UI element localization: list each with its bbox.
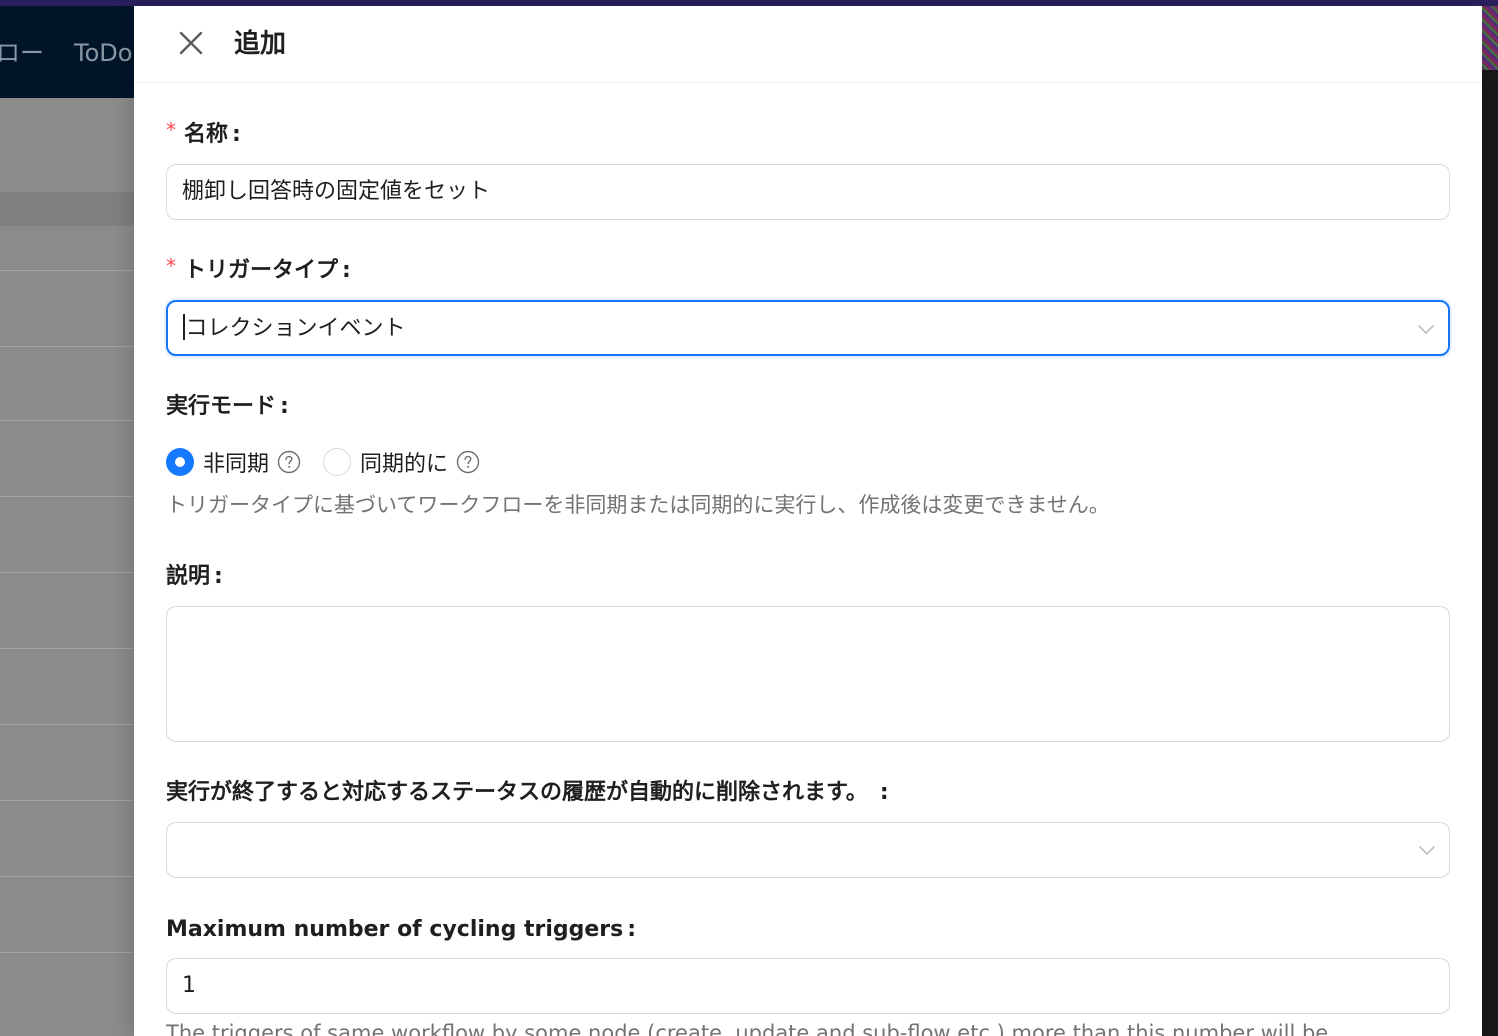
table-row-divider [0,952,134,953]
execution-mode-radio-group: 非同期 同期的に [166,447,480,477]
nav-item-todo: ToDo [74,39,133,67]
max-cycling-input[interactable]: 1 [166,958,1450,1014]
table-row-divider [0,724,134,725]
radio-async[interactable] [166,448,194,476]
name-input[interactable]: 棚卸し回答時の固定値をセット [166,164,1450,220]
window-edge-decoration [1482,6,1498,70]
max-cycling-help: The triggers of same workflow by some no… [166,1021,1329,1036]
question-circle-icon[interactable] [456,450,480,474]
auto-delete-label: 実行が終了すると対応するステータスの履歴が自動的に削除されます。: [166,780,889,805]
trigger-type-value: コレクションイベント [185,316,406,341]
table-row-divider [0,648,134,649]
chevron-down-icon [1418,325,1434,334]
radio-async-label[interactable]: 非同期 [203,446,269,478]
execution-mode-help: トリガータイプに基づいてワークフローを非同期または同期的に実行し、作成後は変更で… [166,493,1110,517]
table-header-band [0,192,134,226]
table-row-divider [0,496,134,497]
table-row-divider [0,572,134,573]
table-row-divider [0,800,134,801]
table-row-divider [0,420,134,421]
drawer-title: 追加 [234,29,287,59]
trigger-type-label: * トリガータイプ: [166,254,351,283]
chevron-down-icon [1419,846,1435,855]
add-workflow-drawer: 追加 * 名称: 棚卸し回答時の固定値をセット * トリガータイプ: コレクションイ… [134,6,1482,1036]
text-caret [183,314,185,340]
table-row-divider [0,876,134,877]
close-icon [179,31,203,55]
nav-item: ロー [0,39,44,67]
name-label: * 名称: [166,118,241,147]
drawer-header: 追加 [134,6,1482,83]
trigger-type-select[interactable]: コレクションイベント [166,300,1450,356]
close-button[interactable] [176,28,206,58]
app-header: ロー ToDo [0,0,134,98]
radio-sync[interactable] [323,448,352,476]
question-circle-icon[interactable] [277,450,301,474]
auto-delete-select[interactable] [166,822,1450,878]
required-mark: * [166,254,176,278]
window-edge [1482,0,1498,1036]
table-row-divider [0,346,134,347]
required-mark: * [166,118,176,142]
modal-mask[interactable] [0,98,134,1036]
table-row-divider [0,270,134,271]
max-cycling-label: Maximum number of cycling triggers: [166,917,637,942]
description-label: 説明: [166,564,223,589]
execution-mode-label: 実行モード: [166,394,289,419]
description-textarea[interactable] [166,606,1450,742]
radio-sync-label[interactable]: 同期的に [360,446,448,478]
